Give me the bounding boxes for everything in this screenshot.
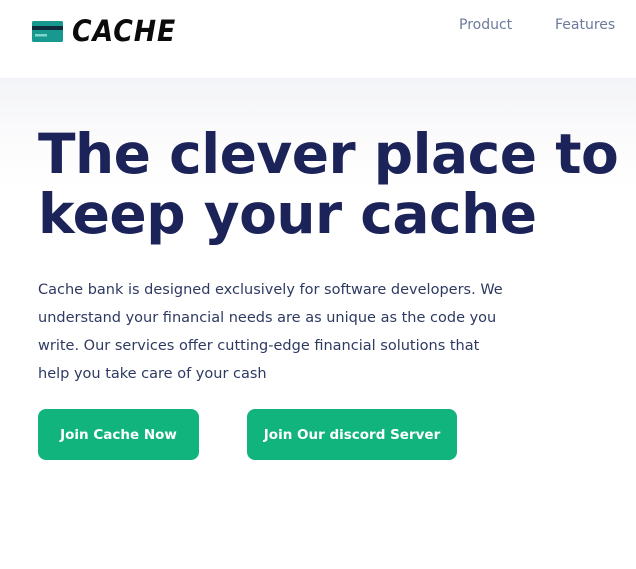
site-header: CACHE Product Features bbox=[0, 0, 636, 78]
main-nav: Product Features bbox=[0, 16, 636, 36]
nav-link-product[interactable]: Product bbox=[459, 16, 512, 34]
join-cache-button[interactable]: Join Cache Now bbox=[38, 409, 199, 460]
join-discord-button[interactable]: Join Our discord Server bbox=[247, 409, 457, 460]
hero-description: Cache bank is designed exclusively for s… bbox=[38, 282, 503, 382]
nav-link-features[interactable]: Features bbox=[555, 16, 615, 34]
hero-headline: The clever place to keep your cache bbox=[38, 122, 619, 246]
